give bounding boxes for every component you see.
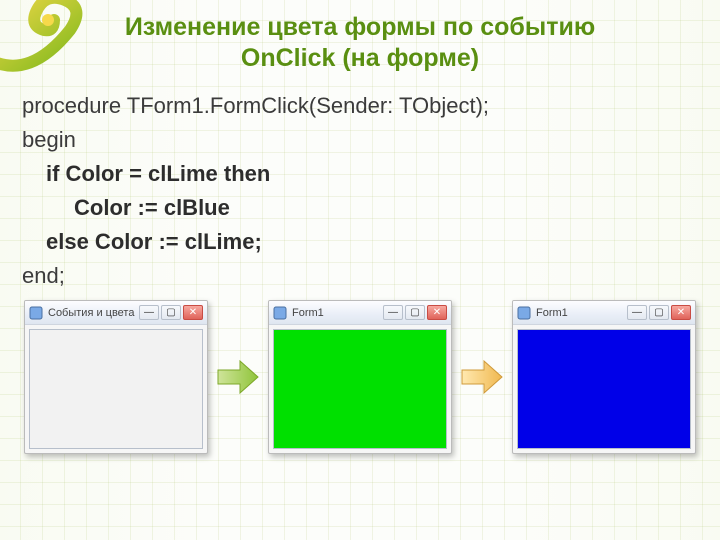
close-button[interactable]: ✕: [183, 305, 203, 320]
arrow-icon: [460, 355, 504, 399]
code-block: procedure TForm1.FormClick(Sender: TObje…: [0, 81, 720, 294]
window-lime: Form1 — ▢ ✕: [268, 300, 452, 454]
app-icon: [517, 306, 531, 320]
slide-title: Изменение цвета формы по событию OnClick…: [0, 0, 720, 81]
maximize-button[interactable]: ▢: [649, 305, 669, 320]
form-client-area[interactable]: [273, 329, 447, 449]
minimize-button[interactable]: —: [139, 305, 159, 320]
window-blue: Form1 — ▢ ✕: [512, 300, 696, 454]
app-icon: [29, 306, 43, 320]
window-caption: Form1: [292, 307, 383, 319]
minimize-button[interactable]: —: [383, 305, 403, 320]
code-line: begin: [22, 123, 702, 157]
window-caption: События и цвета: [48, 307, 139, 319]
maximize-button[interactable]: ▢: [161, 305, 181, 320]
form-client-area[interactable]: [29, 329, 203, 449]
title-line-2: OnClick (на форме): [241, 44, 479, 72]
titlebar: Form1 — ▢ ✕: [513, 301, 695, 325]
close-button[interactable]: ✕: [671, 305, 691, 320]
title-line-1: Изменение цвета формы по событию: [125, 13, 595, 41]
slide: Изменение цвета формы по событию OnClick…: [0, 0, 720, 540]
form-client-area[interactable]: [517, 329, 691, 449]
app-icon: [273, 306, 287, 320]
code-line: end;: [22, 259, 702, 293]
window-row: События и цвета — ▢ ✕ Form1: [24, 300, 696, 454]
code-line: Color := clBlue: [22, 191, 702, 225]
code-line: else Color := clLime;: [22, 225, 702, 259]
close-button[interactable]: ✕: [427, 305, 447, 320]
titlebar: Form1 — ▢ ✕: [269, 301, 451, 325]
window-buttons: — ▢ ✕: [139, 305, 203, 320]
window-default: События и цвета — ▢ ✕: [24, 300, 208, 454]
window-caption: Form1: [536, 307, 627, 319]
minimize-button[interactable]: —: [627, 305, 647, 320]
window-buttons: — ▢ ✕: [627, 305, 691, 320]
window-buttons: — ▢ ✕: [383, 305, 447, 320]
code-line: if Color = clLime then: [22, 157, 702, 191]
arrow-icon: [216, 355, 260, 399]
code-line: procedure TForm1.FormClick(Sender: TObje…: [22, 89, 702, 123]
maximize-button[interactable]: ▢: [405, 305, 425, 320]
titlebar: События и цвета — ▢ ✕: [25, 301, 207, 325]
